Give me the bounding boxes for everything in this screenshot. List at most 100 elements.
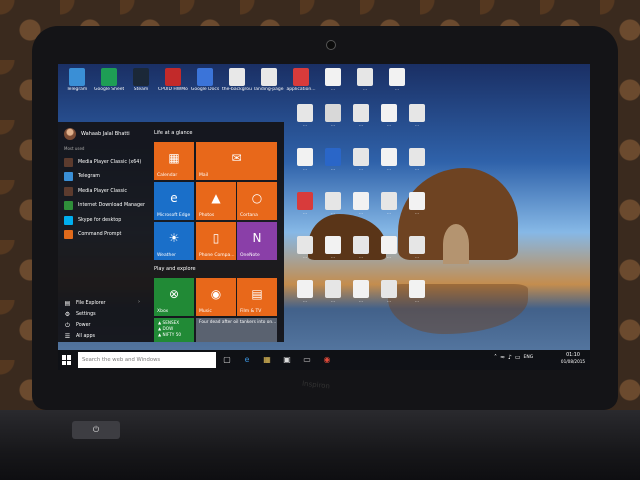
desktop-icon-image	[297, 148, 313, 166]
desktop-icon[interactable]: ...	[374, 104, 404, 138]
desktop-icon[interactable]: Google Sheets	[94, 68, 124, 102]
file-explorer-icon[interactable]: ▦	[262, 355, 272, 365]
desktop-icon[interactable]: ...	[402, 280, 432, 314]
edge-taskbar-icon[interactable]: e	[242, 355, 252, 365]
desktop-icon[interactable]: ...	[318, 236, 348, 270]
desktop-icon-label: ...	[330, 167, 336, 172]
desktop-icon-image	[165, 68, 181, 86]
wifi-icon[interactable]: ≈	[500, 354, 505, 361]
tile-news[interactable]: Four dead after oil tankers into on...	[196, 318, 277, 342]
desktop-icon[interactable]: ...	[318, 68, 348, 102]
desktop-icon[interactable]: ...	[402, 236, 432, 270]
desktop-icon[interactable]: ...	[402, 192, 432, 226]
most-used-item[interactable]: Telegram	[64, 170, 145, 185]
desktop-icon[interactable]: ...	[374, 280, 404, 314]
tray-chevron-up-icon[interactable]: ˄	[494, 354, 497, 361]
desktop-icon-label: ...	[386, 167, 392, 172]
desktop-icon[interactable]: ...	[318, 148, 348, 182]
desktop-icon-image	[357, 68, 373, 86]
film-icon: ▤	[251, 287, 263, 301]
tile-weather[interactable]: ☀ Weather	[154, 222, 194, 260]
language-indicator[interactable]: ENG	[524, 355, 534, 360]
desktop-icon[interactable]: ...	[318, 280, 348, 314]
desktop-icon[interactable]: ...	[290, 280, 320, 314]
desktop-icon[interactable]: the-background...	[222, 68, 252, 102]
most-used-list: Media Player Classic (x64) Telegram Media …	[64, 155, 145, 242]
start-system-item[interactable]: ▤ File Explorer	[64, 298, 106, 309]
desktop-icon[interactable]: ...	[402, 148, 432, 182]
tile-music[interactable]: ◉ Music	[196, 278, 236, 316]
tile-calendar[interactable]: ▦ Calendar	[154, 142, 194, 180]
power-icon: ⏻	[65, 322, 70, 329]
volume-icon[interactable]: ♪	[508, 354, 512, 361]
desktop-icon[interactable]: ...	[382, 68, 412, 102]
phone-icon: ▯	[212, 231, 220, 245]
desktop-icon-image	[353, 192, 369, 210]
start-system-item[interactable]: ☰ All apps	[64, 331, 106, 342]
desktop-icon[interactable]: Telegram	[62, 68, 92, 102]
app-label: Media Player Classic	[78, 188, 127, 194]
most-used-item[interactable]: Media Player Classic (x64)	[64, 155, 145, 170]
desktop-icon[interactable]: ...	[374, 148, 404, 182]
tile-mail[interactable]: ✉ Mail	[196, 142, 277, 180]
tile-money[interactable]: ▲ SENSEX ▲ DOW ▲ NIFTY 50	[154, 318, 194, 342]
store-icon[interactable]: ▣	[282, 355, 292, 365]
desktop-icon[interactable]: ...	[346, 280, 376, 314]
tile-photos[interactable]: ▲ Photos	[196, 182, 236, 220]
most-used-item[interactable]: Skype for desktop	[64, 213, 145, 228]
desktop-icon[interactable]: ...	[318, 192, 348, 226]
desktop-icon[interactable]: ...	[346, 104, 376, 138]
app-icon	[64, 157, 73, 167]
desktop-icon[interactable]: landing-page...	[254, 68, 284, 102]
tile-phone-companion[interactable]: ▯ Phone Compa...	[196, 222, 236, 260]
desktop-icon[interactable]: ...	[402, 104, 432, 138]
chrome-icon[interactable]: ◉	[322, 355, 332, 365]
documents-icon[interactable]: ▭	[302, 355, 312, 365]
desktop-icon[interactable]: ...	[290, 192, 320, 226]
tile-edge[interactable]: e Microsoft Edge	[154, 182, 194, 220]
windows-logo-icon[interactable]	[62, 355, 72, 365]
tile-cortana[interactable]: ○ Cortana	[237, 182, 277, 220]
tile-onenote[interactable]: N OneNote	[237, 222, 277, 260]
tile-xbox[interactable]: ⊗ Xbox	[154, 278, 194, 316]
desktop-icon[interactable]: ...	[346, 236, 376, 270]
desktop-icon[interactable]: Google Docs	[190, 68, 220, 102]
start-system-item[interactable]: ⏻ Power	[64, 320, 106, 331]
clock[interactable]: 01:10 01/08/2015	[558, 353, 588, 365]
most-used-item[interactable]: Command Prompt	[64, 228, 145, 243]
tile-news-headline: Four dead after oil tankers into on...	[199, 320, 277, 325]
desktop-icon[interactable]: ...	[290, 104, 320, 138]
most-used-item[interactable]: Internet Download Manager	[64, 199, 145, 214]
battery-icon[interactable]: ▭	[515, 354, 521, 361]
desktop-icon-label: ...	[302, 211, 308, 216]
power-button[interactable]: ⏻	[72, 421, 120, 439]
desktop-icon-label: ...	[302, 123, 308, 128]
desktop-icon[interactable]: ...	[346, 192, 376, 226]
tile-phone-label: Phone Compa...	[199, 253, 235, 258]
desktop-icon-label: Steam	[133, 87, 149, 92]
desktop-icon[interactable]: Steam	[126, 68, 156, 102]
tile-music-label: Music	[199, 309, 212, 314]
desktop-icon[interactable]: ...	[350, 68, 380, 102]
desktop-icon-label: Telegram	[66, 87, 88, 92]
system-list: ▤ File Explorer ⚙ Settings ⏻ Power ☰ All apps	[64, 298, 106, 342]
desktop-icon[interactable]: ...	[346, 148, 376, 182]
desktop-icon[interactable]: ...	[318, 104, 348, 138]
desktop-icon[interactable]: CPUID HWMonitor	[158, 68, 188, 102]
desktop-icon[interactable]: ...	[290, 236, 320, 270]
desktop-icon[interactable]: application...	[286, 68, 316, 102]
tile-film-tv[interactable]: ▤ Film & TV	[237, 278, 277, 316]
search-box[interactable]: Search the web and Windows	[78, 352, 216, 368]
tile-edge-label: Microsoft Edge	[157, 213, 191, 218]
task-view-icon[interactable]: ▢	[222, 355, 232, 365]
chevron-right-icon[interactable]: ›	[138, 299, 140, 305]
desktop-icon[interactable]: ...	[290, 148, 320, 182]
desktop-icon[interactable]: ...	[374, 236, 404, 270]
desktop-icon[interactable]: ...	[374, 192, 404, 226]
desktop-icon-label: ...	[302, 167, 308, 172]
user-account[interactable]: Wahaab Jalal Bhatti	[64, 128, 130, 140]
desktop-icon-image	[353, 148, 369, 166]
app-label: Command Prompt	[78, 232, 122, 238]
start-system-item[interactable]: ⚙ Settings	[64, 309, 106, 320]
most-used-item[interactable]: Media Player Classic	[64, 184, 145, 199]
